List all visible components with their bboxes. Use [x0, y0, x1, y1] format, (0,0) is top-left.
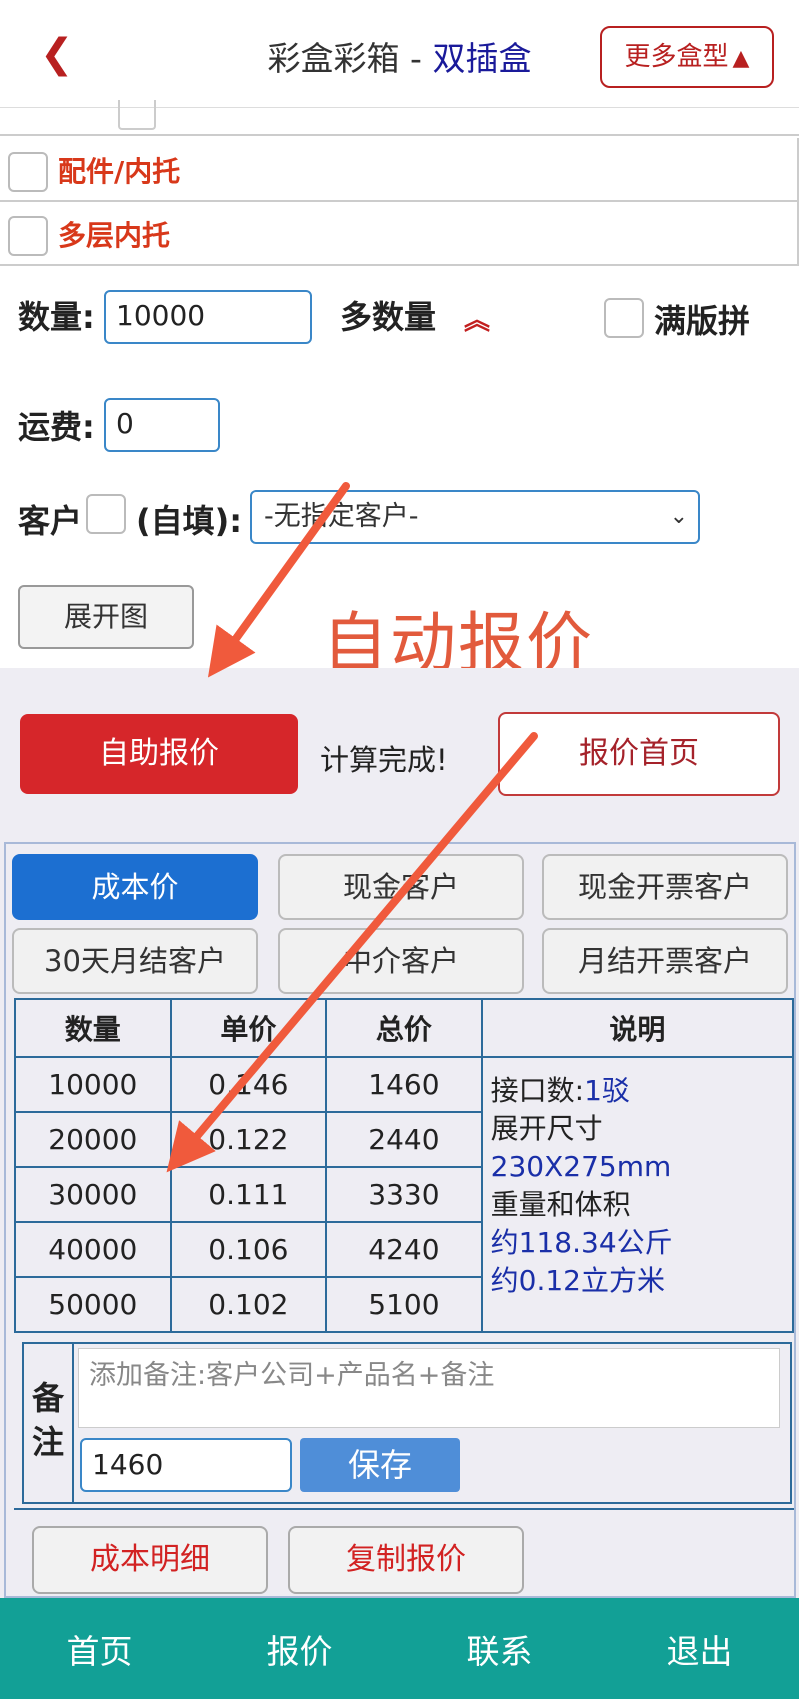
- cell-total: 4240: [325, 1221, 483, 1278]
- tab-cost-price[interactable]: 成本价: [12, 854, 258, 920]
- quantity-input[interactable]: 10000: [104, 290, 312, 344]
- quote-home-button[interactable]: 报价首页: [498, 712, 780, 796]
- cell-total: 5100: [325, 1276, 483, 1333]
- self-fill-label: (自填):: [136, 502, 243, 540]
- volume-value: 约0.12立方米: [490, 1264, 666, 1297]
- remark-label: 备注: [24, 1344, 74, 1502]
- cell-total: 2440: [325, 1111, 483, 1168]
- cell-unit: 0.102: [169, 1276, 328, 1333]
- copy-quote-button[interactable]: 复制报价: [288, 1526, 524, 1594]
- quantity-label: 数量:: [18, 298, 95, 336]
- cell-unit: 0.106: [169, 1221, 328, 1278]
- option-row-multilayer[interactable]: 多层内托: [0, 202, 799, 266]
- option-checkbox[interactable]: [8, 216, 48, 256]
- multi-quantity-label[interactable]: 多数量: [340, 292, 436, 338]
- option-checkbox-partial[interactable]: [118, 100, 156, 130]
- customer-self-fill-checkbox[interactable]: [86, 494, 126, 534]
- cell-qty: 40000: [14, 1221, 172, 1278]
- unfold-size-value: 230X275mm: [490, 1150, 672, 1183]
- cell-total: 1460: [325, 1056, 483, 1113]
- table-row[interactable]: 10000 0.146 1460 接口数:1驳 展开尺寸 230X275mm 重…: [14, 1056, 795, 1333]
- full-plate-checkbox[interactable]: [604, 298, 644, 338]
- tab-30day-monthly-customer[interactable]: 30天月结客户: [12, 928, 258, 994]
- title-main: 彩盒彩箱 -: [267, 39, 433, 78]
- calc-status-text: 计算完成!: [320, 743, 448, 777]
- tab-cash-invoice-customer[interactable]: 现金开票客户: [542, 854, 788, 920]
- header-description: 说明: [480, 998, 795, 1058]
- remark-textarea[interactable]: 添加备注:客户公司+产品名+备注: [78, 1348, 780, 1428]
- title-sub: 双插盒: [432, 39, 532, 78]
- remark-section: 备注 添加备注:客户公司+产品名+备注 1460 保存: [22, 1342, 792, 1504]
- cell-qty: 10000: [14, 1056, 172, 1113]
- customer-label: 客户: [18, 502, 83, 540]
- cell-unit: 0.146: [169, 1056, 328, 1113]
- tab-agent-customer[interactable]: 中介客户: [278, 928, 524, 994]
- cost-detail-button[interactable]: 成本明细: [32, 1526, 268, 1594]
- weight-volume-label: 重量和体积: [490, 1188, 631, 1221]
- app-header: ❮ 彩盒彩箱 - 双插盒 更多盒型 ▲: [0, 0, 799, 108]
- option-row-accessories[interactable]: 配件/内托: [0, 138, 799, 202]
- unfold-size-label: 展开尺寸: [490, 1112, 603, 1145]
- header-total-price: 总价: [325, 998, 483, 1058]
- more-box-types-label: 更多盒型: [624, 42, 729, 72]
- full-plate-label: 满版拼: [654, 302, 751, 340]
- freight-input[interactable]: 0: [104, 398, 220, 452]
- cell-qty: 50000: [14, 1276, 172, 1333]
- triangle-up-icon: ▲: [732, 46, 750, 71]
- nav-contact[interactable]: 联系: [400, 1598, 599, 1699]
- customer-select-value: -无指定客户-: [264, 501, 419, 532]
- double-chevron-up-icon[interactable]: ︽: [464, 300, 490, 337]
- joints-label: 接口数:: [490, 1074, 585, 1107]
- self-quote-button[interactable]: 自助报价: [20, 714, 298, 794]
- customer-select[interactable]: -无指定客户- ⌄: [250, 490, 700, 544]
- save-button[interactable]: 保存: [300, 1438, 460, 1492]
- cell-qty: 20000: [14, 1111, 172, 1168]
- option-label: 配件/内托: [58, 155, 181, 188]
- option-label: 多层内托: [58, 219, 171, 252]
- description-cell: 接口数:1驳 展开尺寸 230X275mm 重量和体积 约118.34公斤 约0…: [480, 1056, 795, 1333]
- nav-quote[interactable]: 报价: [200, 1598, 399, 1699]
- freight-label: 运费:: [18, 408, 95, 446]
- joints-value: 1驳: [584, 1074, 630, 1107]
- option-row-partial: [0, 100, 799, 136]
- header-quantity: 数量: [14, 998, 172, 1058]
- more-box-types-button[interactable]: 更多盒型 ▲: [600, 26, 774, 88]
- chevron-down-icon: ⌄: [669, 504, 688, 529]
- cell-unit: 0.122: [169, 1111, 328, 1168]
- header-unit-price: 单价: [169, 998, 328, 1058]
- cell-total: 3330: [325, 1166, 483, 1223]
- option-checkbox[interactable]: [8, 152, 48, 192]
- cell-unit: 0.111: [169, 1166, 328, 1223]
- bottom-nav: 首页 报价 联系 退出: [0, 1598, 799, 1699]
- table-header-row: 数量 单价 总价 说明: [14, 998, 795, 1058]
- tab-cash-customer[interactable]: 现金客户: [278, 854, 524, 920]
- expand-diagram-button[interactable]: 展开图: [18, 585, 194, 649]
- tab-monthly-invoice-customer[interactable]: 月结开票客户: [542, 928, 788, 994]
- cell-qty: 30000: [14, 1166, 172, 1223]
- weight-value: 约118.34公斤: [490, 1226, 673, 1259]
- divider: [14, 1508, 794, 1510]
- nav-logout[interactable]: 退出: [600, 1598, 799, 1699]
- nav-home[interactable]: 首页: [0, 1598, 199, 1699]
- remark-amount-input[interactable]: 1460: [80, 1438, 292, 1492]
- price-table: 数量 单价 总价 说明 10000 0.146 1460 接口数:1驳 展开尺寸…: [14, 998, 795, 1333]
